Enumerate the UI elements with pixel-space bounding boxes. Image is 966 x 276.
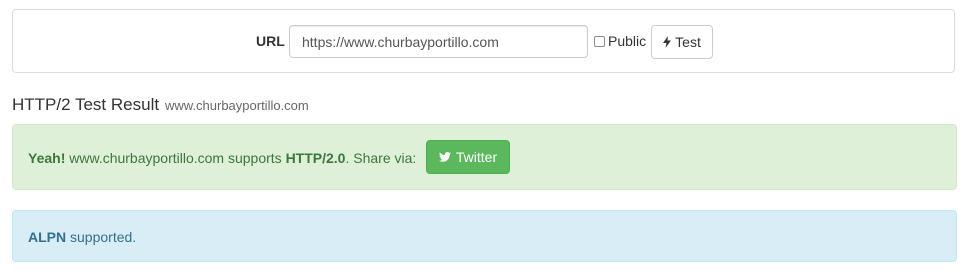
alpn-alert: ALPN supported. (12, 210, 957, 262)
host-text: www.churbayportillo.com supports (65, 150, 286, 166)
public-label: Public (608, 33, 647, 49)
share-text: . Share via: (345, 150, 417, 166)
test-button-label: Test (675, 34, 701, 50)
alpn-text: ALPN (28, 229, 67, 245)
alpn-supported-text: supported. (66, 229, 137, 245)
result-domain: www.churbayportillo.com (164, 98, 309, 113)
test-button[interactable]: Test (651, 25, 713, 59)
public-checkbox[interactable] (594, 35, 605, 47)
public-toggle[interactable]: Public (594, 33, 646, 49)
twitter-icon (438, 152, 451, 162)
alpn-message: ALPN supported. (28, 229, 136, 245)
result-heading: HTTP/2 Test Result www.churbayportillo.c… (12, 95, 309, 115)
success-alert: Yeah! www.churbayportillo.com supports H… (12, 124, 957, 190)
url-test-form: URL Public Test (12, 9, 955, 73)
url-label: URL (256, 33, 285, 49)
yeah-text: Yeah! (28, 150, 66, 166)
url-input[interactable] (289, 25, 588, 58)
twitter-share-button[interactable]: Twitter (426, 140, 510, 174)
success-message: Yeah! www.churbayportillo.com supports H… (28, 150, 416, 166)
protocol-text: HTTP/2.0 (285, 150, 346, 166)
result-title: HTTP/2 Test Result (12, 95, 160, 114)
bolt-icon (663, 36, 672, 48)
twitter-button-label: Twitter (455, 149, 498, 165)
